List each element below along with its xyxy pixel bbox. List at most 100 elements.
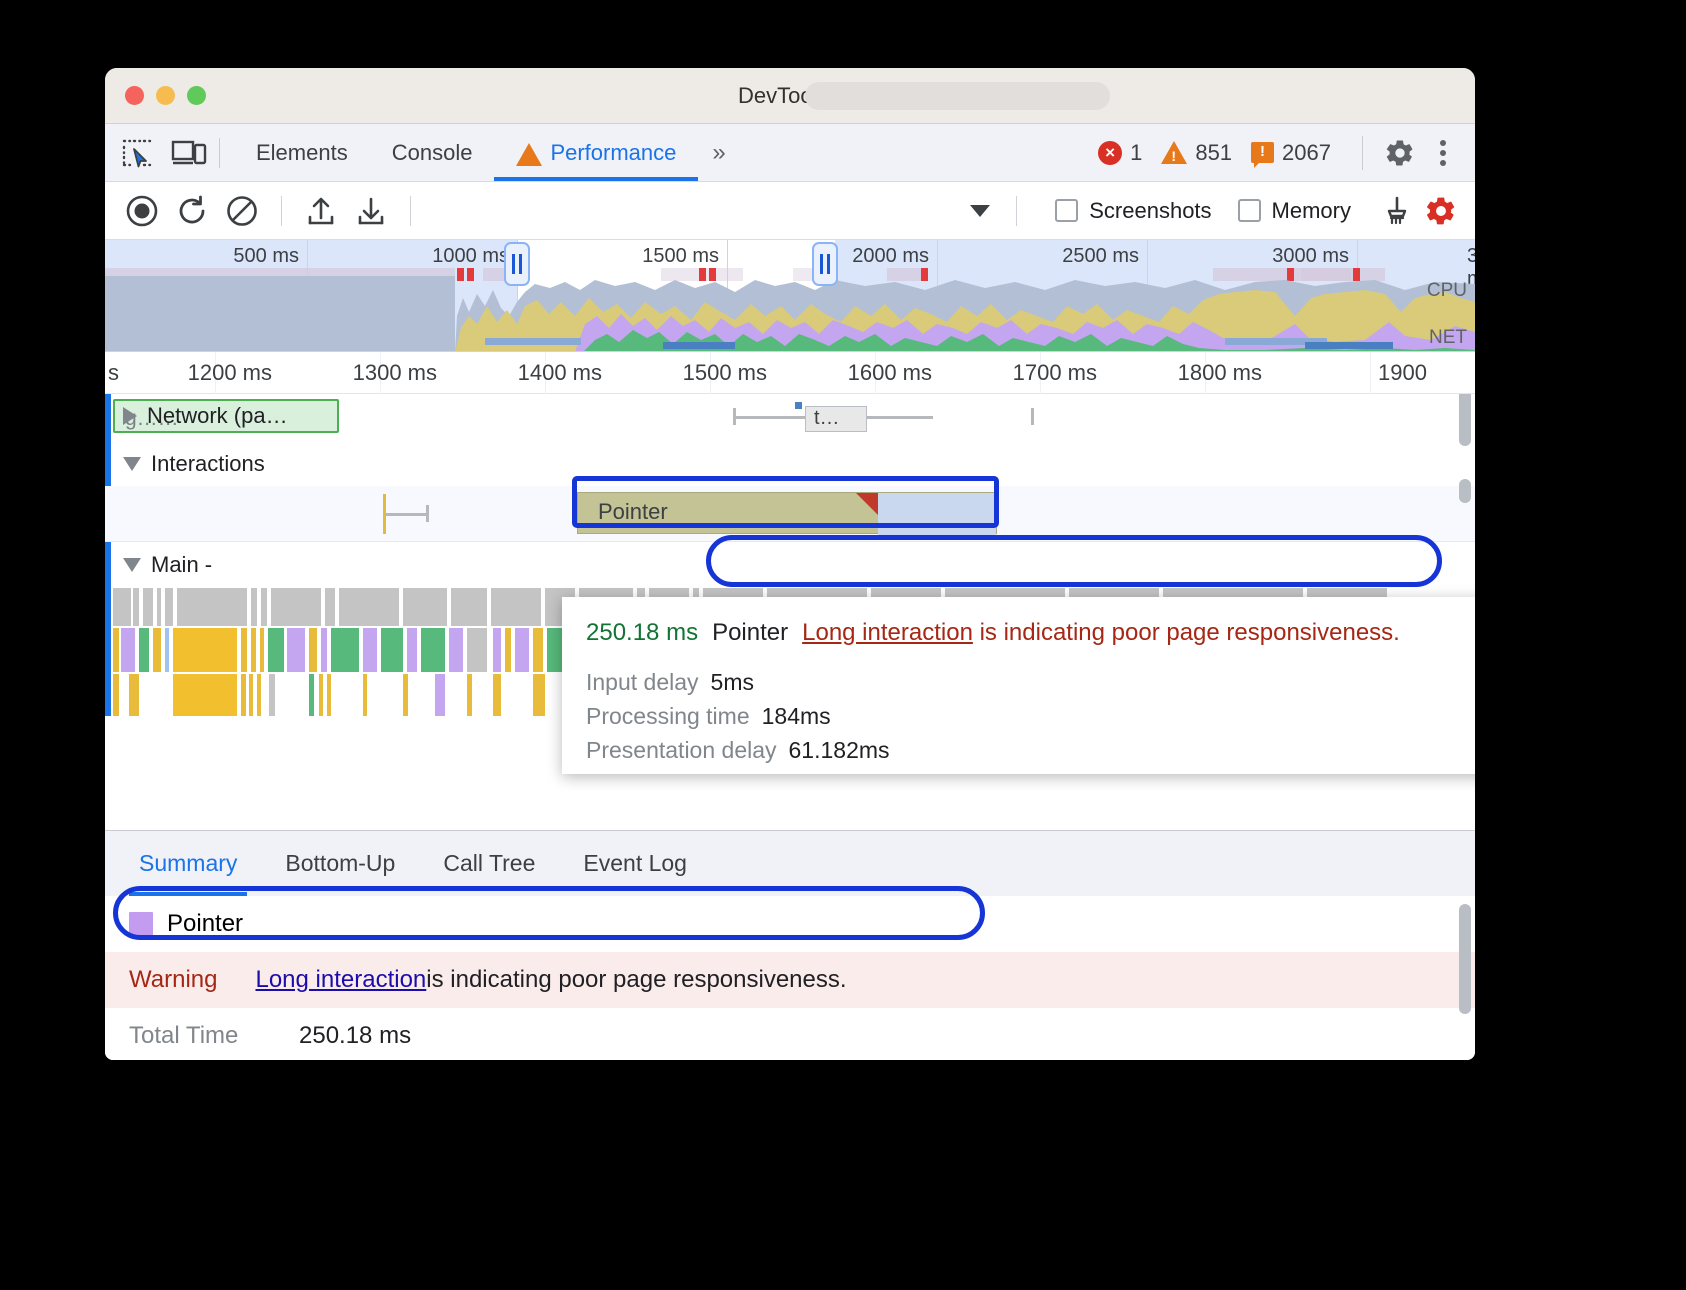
info-counter[interactable]: ! 2067 bbox=[1251, 140, 1343, 166]
flame-tick-3: 1400 ms bbox=[518, 360, 610, 386]
overview-range-handle-left[interactable] bbox=[504, 242, 530, 286]
summary-panel: Pointer Warning Long interaction is indi… bbox=[105, 896, 1475, 1060]
panel-tabs: Elements Console Performance bbox=[234, 124, 698, 181]
memory-label: Memory bbox=[1272, 198, 1351, 224]
screenshots-checkbox[interactable]: Screenshots bbox=[1055, 198, 1211, 224]
summary-event-row: Pointer bbox=[105, 896, 1475, 952]
more-options-icon[interactable] bbox=[1425, 135, 1461, 171]
interactions-track-header[interactable]: Interactions bbox=[105, 442, 1475, 486]
toolbar-divider-2 bbox=[410, 196, 411, 226]
settings-gear-icon[interactable] bbox=[1382, 135, 1418, 171]
toolbar-divider-1 bbox=[281, 196, 282, 226]
tab-summary[interactable]: Summary bbox=[115, 831, 261, 896]
error-counter[interactable]: × 1 bbox=[1098, 140, 1154, 166]
capture-settings-gear-icon[interactable] bbox=[1421, 191, 1461, 231]
maximize-window-button[interactable] bbox=[187, 86, 206, 105]
overview-net-bar bbox=[663, 342, 735, 349]
pointer-long-warning-triangle bbox=[856, 493, 878, 515]
network-track-header[interactable]: Network (pa… bbox=[105, 394, 1475, 438]
tooltip-metric-row: Presentation delay 61.182ms bbox=[586, 737, 1475, 764]
tab-console[interactable]: Console bbox=[370, 124, 495, 181]
window-controls[interactable] bbox=[105, 86, 206, 105]
event-tooltip: 250.18 ms Pointer Long interaction is in… bbox=[562, 597, 1475, 774]
tab-bottom-up[interactable]: Bottom-Up bbox=[261, 831, 419, 896]
more-tabs-icon[interactable]: » bbox=[712, 139, 722, 167]
screenshots-label: Screenshots bbox=[1089, 198, 1211, 224]
summary-scrollbar-thumb[interactable] bbox=[1459, 904, 1471, 1014]
record-and-reload-button[interactable] bbox=[169, 190, 215, 232]
overview-tick-0: 500 ms bbox=[233, 245, 307, 268]
flame-tick-6: 1700 ms bbox=[1013, 360, 1105, 386]
total-time-value: 250.18 ms bbox=[299, 1022, 411, 1050]
timeline-overview[interactable]: 500 ms 1000 ms 1500 ms 2000 ms 2500 ms 3… bbox=[105, 240, 1475, 352]
summary-warning-row: Warning Long interaction is indicating p… bbox=[105, 952, 1475, 1008]
chevron-right-icon[interactable] bbox=[123, 407, 137, 425]
minimize-window-button[interactable] bbox=[156, 86, 175, 105]
flame-tick-5: 1600 ms bbox=[848, 360, 940, 386]
total-time-key: Total Time bbox=[129, 1022, 299, 1050]
tab-elements-label: Elements bbox=[256, 140, 348, 166]
tab-summary-label: Summary bbox=[139, 850, 237, 877]
pointer-interaction-bar[interactable]: Pointer bbox=[577, 492, 997, 534]
memory-checkbox[interactable]: Memory bbox=[1238, 198, 1351, 224]
tooltip-metric-row: Processing time 184ms bbox=[586, 703, 1475, 730]
tab-call-tree-label: Call Tree bbox=[443, 850, 535, 877]
toolbar-divider-3 bbox=[1016, 196, 1017, 226]
screenshots-checkbox-box bbox=[1055, 199, 1078, 222]
summary-warning-key: Warning bbox=[129, 966, 217, 994]
chevron-down-icon[interactable] bbox=[123, 558, 141, 572]
track-network[interactable]: g…… Network (pa… t… bbox=[105, 394, 1475, 442]
tracks-scrollbar-handle[interactable] bbox=[1459, 479, 1471, 503]
tooltip-warning-link[interactable]: Long interaction bbox=[802, 619, 973, 646]
tab-event-log[interactable]: Event Log bbox=[559, 831, 711, 896]
load-profile-icon[interactable] bbox=[298, 190, 344, 232]
tooltip-duration: 250.18 ms bbox=[586, 619, 698, 647]
warning-counter[interactable]: ! 851 bbox=[1161, 140, 1244, 166]
memory-checkbox-box bbox=[1238, 199, 1261, 222]
flame-tick-2: 1300 ms bbox=[353, 360, 445, 386]
pointer-presentation-delay bbox=[878, 493, 996, 535]
flame-tick-1: 1200 ms bbox=[188, 360, 280, 386]
inspect-element-icon[interactable] bbox=[121, 138, 155, 168]
collect-garbage-icon[interactable] bbox=[1377, 191, 1417, 231]
overview-tick-4: 2500 ms bbox=[1062, 245, 1147, 268]
tab-bottom-up-label: Bottom-Up bbox=[285, 850, 395, 877]
warning-triangle-icon bbox=[516, 143, 542, 166]
summary-warning-link[interactable]: Long interaction bbox=[255, 966, 426, 994]
tab-call-tree[interactable]: Call Tree bbox=[419, 831, 559, 896]
history-dropdown[interactable] bbox=[427, 205, 1000, 217]
overview-range-handle-right[interactable] bbox=[812, 242, 838, 286]
tooltip-event-name: Pointer bbox=[712, 619, 788, 647]
device-toolbar-icon[interactable] bbox=[171, 138, 205, 168]
issue-counters: × 1 ! 851 ! 2067 bbox=[1098, 135, 1475, 171]
tooltip-header: 250.18 ms Pointer Long interaction is in… bbox=[586, 619, 1475, 647]
overview-net-bar bbox=[485, 338, 581, 345]
overview-tick-5: 3000 ms bbox=[1272, 245, 1357, 268]
warning-icon: ! bbox=[1161, 141, 1187, 164]
main-track-label: Main - bbox=[151, 552, 212, 578]
main-track-header[interactable]: Main - bbox=[105, 542, 1475, 588]
save-profile-icon[interactable] bbox=[348, 190, 394, 232]
summary-total-time-row: Total Time 250.18 ms bbox=[105, 1008, 1475, 1060]
tab-elements[interactable]: Elements bbox=[234, 124, 370, 181]
devtools-window: DevTools - Elements Console bbox=[105, 68, 1475, 1060]
tooltip-metrics: Input delay 5ms Processing time 184ms Pr… bbox=[586, 669, 1475, 764]
tab-performance-label: Performance bbox=[550, 140, 676, 166]
flame-tick-0: s bbox=[108, 360, 127, 386]
error-count: 1 bbox=[1130, 140, 1142, 166]
title-placeholder-pill bbox=[805, 82, 1110, 110]
clear-button[interactable] bbox=[219, 190, 265, 232]
overview-tick-2: 1500 ms bbox=[642, 245, 727, 268]
close-window-button[interactable] bbox=[125, 86, 144, 105]
detail-view-tabs: Summary Bottom-Up Call Tree Event Log bbox=[105, 830, 1475, 896]
interactions-lane[interactable]: Pointer bbox=[105, 486, 1475, 542]
tab-performance[interactable]: Performance bbox=[494, 124, 698, 181]
record-button[interactable] bbox=[119, 190, 165, 232]
info-icon: ! bbox=[1251, 142, 1274, 163]
counters-divider bbox=[1362, 136, 1363, 170]
chevron-down-icon[interactable] bbox=[123, 457, 141, 471]
overview-net-bar bbox=[1305, 342, 1393, 349]
devtools-tabstrip: Elements Console Performance » × 1 ! 851… bbox=[105, 124, 1475, 182]
tooltip-metric-value: 184ms bbox=[762, 703, 831, 730]
net-track-label: NET bbox=[1429, 327, 1467, 349]
